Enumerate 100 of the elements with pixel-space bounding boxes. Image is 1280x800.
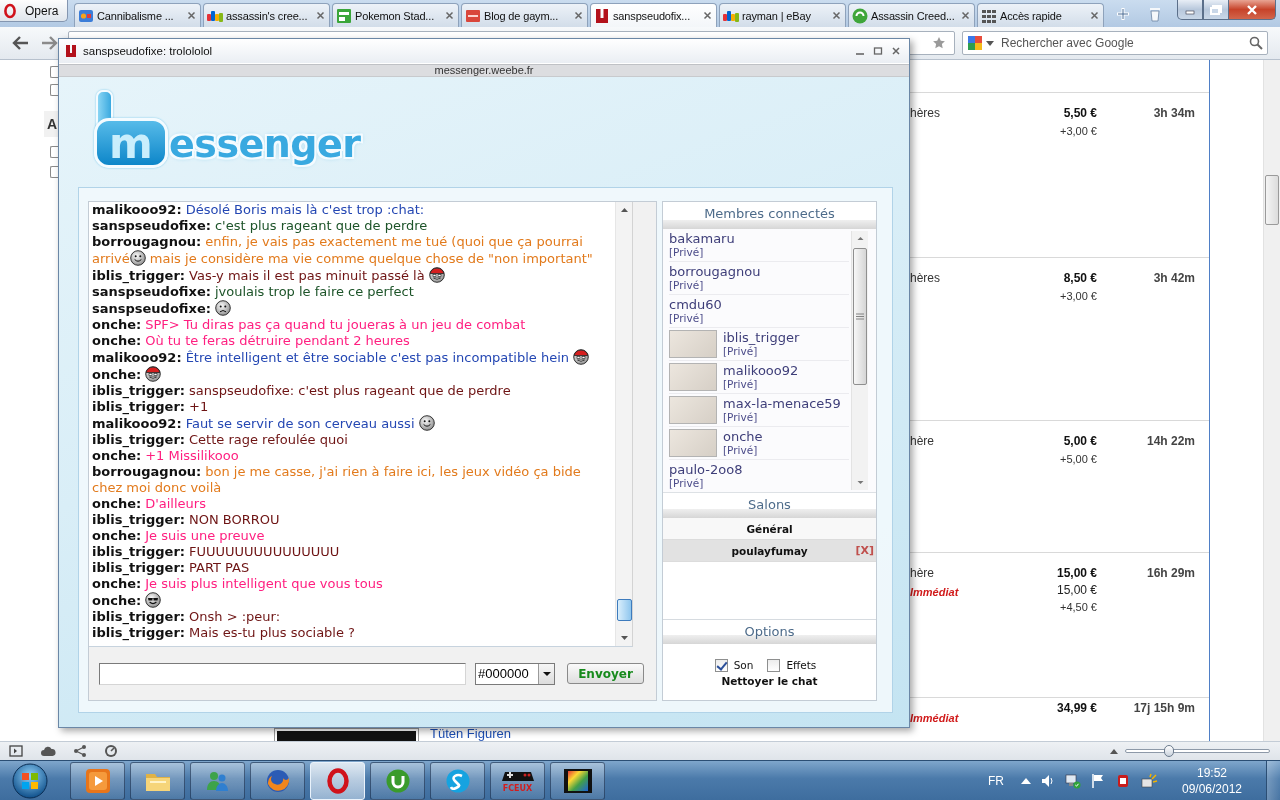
member-item[interactable]: cmdu60 [Privé] bbox=[669, 295, 849, 328]
taskbar-button[interactable] bbox=[550, 761, 605, 800]
member-item[interactable]: bakamaru [Privé] bbox=[669, 229, 849, 262]
taskbar-button[interactable] bbox=[430, 761, 485, 800]
scrollbar-thumb[interactable] bbox=[616, 599, 632, 621]
clock[interactable]: 19:52 09/06/2012 bbox=[1181, 764, 1243, 797]
chat-username: malikooo92: bbox=[92, 416, 182, 431]
clear-chat-link[interactable]: Nettoyer le chat bbox=[721, 675, 818, 688]
taskbar-button[interactable] bbox=[370, 761, 425, 800]
room-item[interactable]: poulayfumay [X] bbox=[663, 540, 876, 562]
back-arrow-icon[interactable] bbox=[12, 35, 30, 51]
network-icon[interactable] bbox=[1065, 772, 1081, 789]
search-icon[interactable] bbox=[1249, 36, 1263, 50]
chat-message: PART PAS bbox=[189, 560, 250, 575]
search-field[interactable]: Rechercher avec Google bbox=[962, 31, 1268, 55]
star-icon[interactable] bbox=[932, 36, 946, 50]
close-icon[interactable] bbox=[1090, 11, 1099, 20]
checkbox[interactable] bbox=[50, 66, 58, 78]
browser-tab[interactable]: sanspseudofix... bbox=[590, 3, 717, 27]
browser-tab[interactable]: Assassin Creed... bbox=[848, 3, 975, 27]
member-name[interactable]: iblis_trigger bbox=[723, 330, 800, 345]
member-name[interactable]: onche bbox=[723, 429, 763, 444]
checkbox[interactable] bbox=[714, 659, 728, 672]
member-name[interactable]: bakamaru bbox=[669, 231, 735, 246]
member-item[interactable]: borrougagnou [Privé] bbox=[669, 262, 849, 295]
close-icon[interactable] bbox=[703, 11, 712, 20]
app-tile-icon bbox=[78, 7, 94, 24]
dropdown-caret-icon[interactable] bbox=[986, 39, 994, 47]
cap-smiley-icon bbox=[428, 267, 445, 283]
chat-username: iblis_trigger: bbox=[92, 383, 186, 398]
restore-button[interactable] bbox=[1203, 0, 1229, 20]
share-icon[interactable] bbox=[73, 744, 87, 758]
member-name[interactable]: malikooo92 bbox=[723, 363, 799, 378]
checkbox[interactable] bbox=[50, 146, 58, 158]
scrollbar-thumb[interactable] bbox=[853, 248, 867, 385]
close-icon[interactable] bbox=[891, 46, 901, 56]
member-item[interactable]: iblis_trigger [Privé] bbox=[669, 328, 849, 361]
private-chat-link[interactable]: [Privé] bbox=[723, 345, 758, 358]
checkbox[interactable] bbox=[767, 659, 781, 672]
chat-username: iblis_trigger: bbox=[92, 512, 186, 527]
close-room-link[interactable]: [X] bbox=[855, 544, 874, 557]
show-desktop-button[interactable] bbox=[1266, 760, 1280, 800]
slider-thumb[interactable] bbox=[1163, 745, 1174, 757]
caret-up-icon[interactable] bbox=[1110, 748, 1118, 754]
minimize-button[interactable] bbox=[1177, 0, 1203, 20]
sparks-icon[interactable] bbox=[1140, 772, 1158, 789]
member-item[interactable]: malikooo92 [Privé] bbox=[669, 361, 849, 394]
panel-icon[interactable] bbox=[9, 745, 23, 757]
browser-tab[interactable]: Pokemon Stad... bbox=[332, 3, 459, 27]
member-name[interactable]: paulo-2oo8 bbox=[669, 462, 743, 477]
member-item[interactable]: max-la-menace59 [Privé] bbox=[669, 394, 849, 427]
browser-tab[interactable]: Accès rapide bbox=[977, 3, 1104, 27]
private-chat-link[interactable]: [Privé] bbox=[723, 411, 758, 424]
square-badge-icon[interactable] bbox=[1115, 772, 1131, 789]
opera-menu-button[interactable]: Opera bbox=[0, 0, 68, 22]
speedometer-icon[interactable] bbox=[104, 744, 118, 758]
chat-username: onche: bbox=[92, 448, 142, 463]
member-name[interactable]: borrougagnou bbox=[669, 264, 761, 279]
private-chat-link[interactable]: [Privé] bbox=[723, 444, 758, 457]
scrollbar-thumb[interactable] bbox=[1265, 175, 1279, 225]
close-icon bbox=[1246, 4, 1258, 15]
forward-arrow-icon[interactable] bbox=[40, 35, 58, 51]
browser-tab[interactable]: assassin's cree... bbox=[203, 3, 330, 27]
private-chat-link[interactable]: [Privé] bbox=[669, 312, 704, 325]
checkbox[interactable] bbox=[50, 84, 58, 96]
logo-icon bbox=[65, 44, 77, 58]
browser-tab[interactable]: Cannibalisme ... bbox=[74, 3, 201, 27]
close-button[interactable] bbox=[1229, 0, 1276, 20]
close-icon[interactable] bbox=[574, 11, 583, 20]
message-input[interactable] bbox=[99, 662, 466, 685]
member-name[interactable]: max-la-menace59 bbox=[723, 396, 841, 411]
time-left: 14h 22m bbox=[1146, 433, 1195, 450]
close-icon[interactable] bbox=[445, 11, 454, 20]
private-chat-link[interactable]: [Privé] bbox=[669, 246, 704, 259]
private-chat-link[interactable]: [Privé] bbox=[723, 378, 758, 391]
send-button[interactable]: Envoyer bbox=[567, 663, 644, 684]
private-chat-link[interactable]: [Privé] bbox=[669, 477, 704, 490]
close-icon[interactable] bbox=[187, 11, 196, 20]
maximize-icon[interactable] bbox=[873, 46, 883, 56]
private-chat-link[interactable]: [Privé] bbox=[669, 279, 704, 292]
member-item[interactable]: onche [Privé] bbox=[669, 427, 849, 460]
close-icon[interactable] bbox=[961, 11, 970, 20]
chat-username: iblis_trigger: bbox=[92, 432, 186, 447]
flag-icon[interactable] bbox=[1090, 772, 1106, 789]
close-icon[interactable] bbox=[316, 11, 325, 20]
close-icon[interactable] bbox=[832, 11, 841, 20]
start-button[interactable] bbox=[10, 760, 50, 800]
language-indicator[interactable]: FR bbox=[988, 773, 1004, 788]
room-item[interactable]: Général bbox=[663, 518, 876, 540]
browser-tab[interactable]: rayman | eBay bbox=[719, 3, 846, 27]
caret-up-icon[interactable] bbox=[1021, 776, 1031, 785]
checkbox[interactable] bbox=[50, 166, 58, 178]
browser-tab[interactable]: Blog de gaym... bbox=[461, 3, 588, 27]
trash-icon[interactable] bbox=[1148, 6, 1162, 22]
taskbar-button[interactable] bbox=[130, 761, 185, 800]
item-link[interactable]: Tüten Figuren bbox=[430, 727, 511, 741]
color-select[interactable]: #000000 bbox=[475, 662, 555, 685]
member-name[interactable]: cmdu60 bbox=[669, 297, 722, 312]
cloud-icon[interactable] bbox=[40, 745, 56, 757]
buy-now-label: Immédiat bbox=[910, 711, 959, 726]
